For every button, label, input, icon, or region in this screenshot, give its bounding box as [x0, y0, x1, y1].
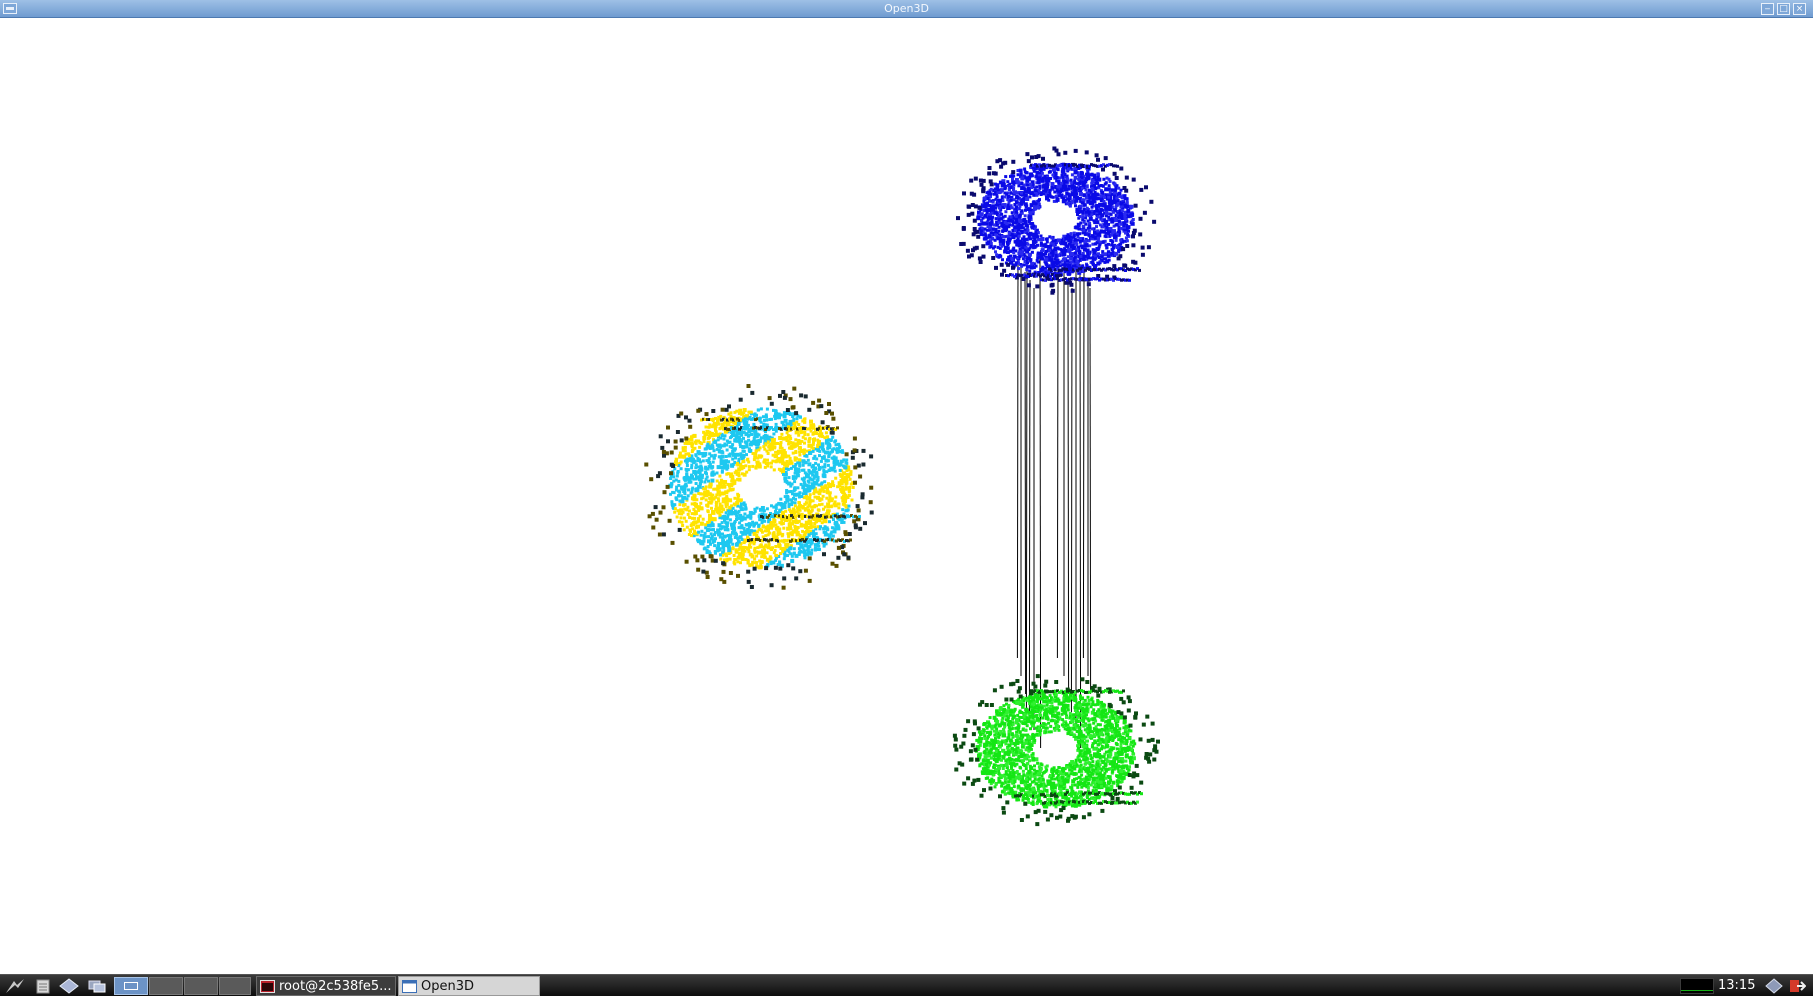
logout-icon[interactable]	[1788, 977, 1806, 995]
point-cloud-scene	[644, 146, 1160, 827]
network-icon[interactable]	[1765, 977, 1783, 995]
target-point-cloud-bottom	[952, 674, 1160, 827]
maximize-button[interactable]: □	[1777, 3, 1790, 15]
desktop-4-button[interactable]	[219, 977, 251, 995]
close-button[interactable]: ×	[1793, 3, 1806, 15]
correspondence-lines	[1016, 255, 1092, 749]
target-point-cloud-top	[956, 146, 1157, 295]
window-titlebar[interactable]: Open3D ‒ □ ×	[0, 0, 1813, 18]
start-menu-icon[interactable]	[4, 977, 26, 995]
taskbar-item-open3d[interactable]: Open3D	[398, 976, 540, 996]
minimize-button[interactable]: ‒	[1761, 3, 1774, 15]
taskbar-item-label: Open3D	[421, 979, 475, 994]
taskbar: root@2c538fe5... Open3D 13:15	[0, 974, 1813, 996]
terminal-icon	[260, 980, 275, 993]
app-icon[interactable]	[58, 977, 80, 995]
open3d-viewport[interactable]	[0, 18, 1813, 974]
desktop-2-button[interactable]	[149, 977, 183, 995]
desktop-3-button[interactable]	[184, 977, 218, 995]
desktop-1-button[interactable]	[114, 977, 148, 995]
windows-icon[interactable]	[86, 977, 108, 995]
source-point-cloud	[644, 384, 874, 590]
taskbar-item-terminal[interactable]: root@2c538fe5...	[256, 976, 396, 996]
window-title: Open3D	[884, 2, 929, 15]
file-manager-icon[interactable]	[32, 977, 54, 995]
cpu-monitor-icon	[1680, 978, 1714, 994]
window-icon	[402, 980, 417, 993]
clock[interactable]: 13:15	[1718, 977, 1755, 995]
taskbar-item-label: root@2c538fe5...	[279, 979, 392, 994]
